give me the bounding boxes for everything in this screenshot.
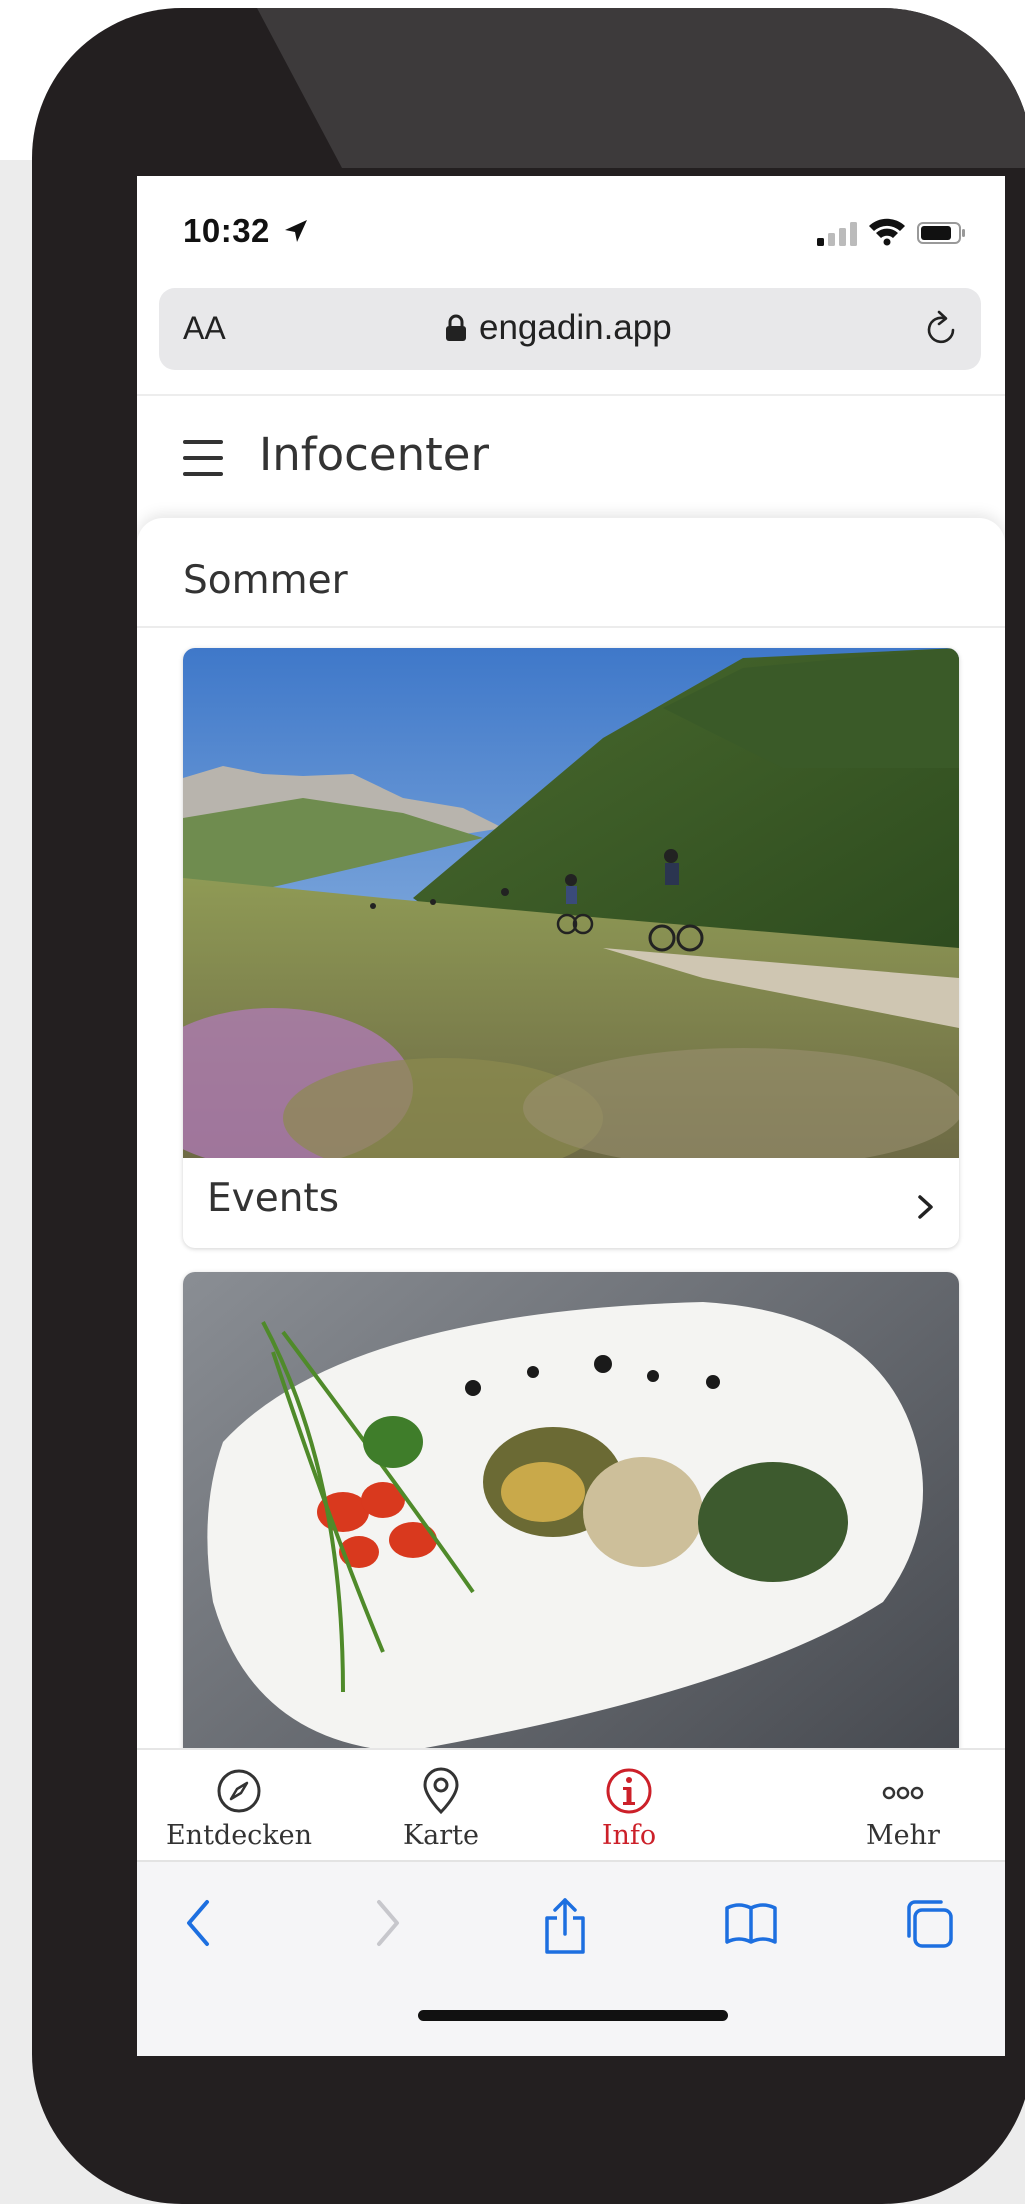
location-arrow-icon bbox=[285, 220, 307, 242]
compass-icon bbox=[217, 1769, 261, 1813]
back-icon[interactable] bbox=[183, 1896, 213, 1950]
tab-info[interactable]: Info bbox=[529, 1750, 729, 1860]
map-pin-icon bbox=[423, 1767, 459, 1815]
home-indicator[interactable] bbox=[418, 2010, 728, 2021]
phone-frame: 10:32 AA engadin.app Infocenter Sommer E… bbox=[32, 8, 1025, 2204]
forward-icon[interactable] bbox=[373, 1896, 403, 1950]
reload-icon[interactable] bbox=[923, 310, 959, 348]
section-divider bbox=[137, 626, 1005, 628]
url-text[interactable]: engadin.app bbox=[479, 308, 672, 348]
page-title: Infocenter bbox=[259, 428, 489, 481]
card-image-mountain-bikers bbox=[183, 648, 959, 1158]
info-icon bbox=[606, 1768, 652, 1814]
tab-label: Entdecken bbox=[165, 1820, 313, 1851]
status-bar: 10:32 bbox=[137, 176, 1005, 276]
status-time: 10:32 bbox=[183, 212, 270, 249]
chevron-right-icon bbox=[918, 1195, 933, 1219]
phone-screen: 10:32 AA engadin.app Infocenter Sommer E… bbox=[137, 176, 1005, 2056]
tabs-icon[interactable] bbox=[901, 1896, 957, 1952]
tab-mehr[interactable]: Mehr bbox=[803, 1750, 1003, 1860]
card-label-events: Events bbox=[207, 1176, 340, 1221]
tab-label: Info bbox=[601, 1820, 657, 1851]
hamburger-menu-icon[interactable] bbox=[183, 438, 229, 478]
battery-icon bbox=[917, 222, 965, 244]
cellular-signal-icon bbox=[817, 222, 857, 246]
address-bar[interactable]: AA engadin.app bbox=[159, 288, 981, 370]
wifi-icon bbox=[869, 218, 905, 246]
bookmarks-icon[interactable] bbox=[723, 1896, 779, 1950]
tab-bar: Entdecken Karte Info Mehr bbox=[137, 1748, 1005, 1860]
more-icon bbox=[882, 1786, 924, 1800]
text-size-button[interactable]: AA bbox=[183, 310, 226, 347]
lock-icon bbox=[446, 314, 466, 341]
tab-label: Karte bbox=[402, 1820, 479, 1851]
tab-entdecken[interactable]: Entdecken bbox=[139, 1750, 339, 1860]
section-title: Sommer bbox=[183, 558, 348, 603]
tab-label: Mehr bbox=[866, 1820, 940, 1851]
browser-toolbar bbox=[137, 1860, 1005, 2056]
share-icon[interactable] bbox=[539, 1896, 591, 1956]
divider bbox=[137, 394, 1005, 396]
content-sheet: Sommer Events bbox=[137, 518, 1005, 1912]
tab-karte[interactable]: Karte bbox=[341, 1750, 541, 1860]
card-events[interactable]: Events bbox=[183, 648, 959, 1248]
